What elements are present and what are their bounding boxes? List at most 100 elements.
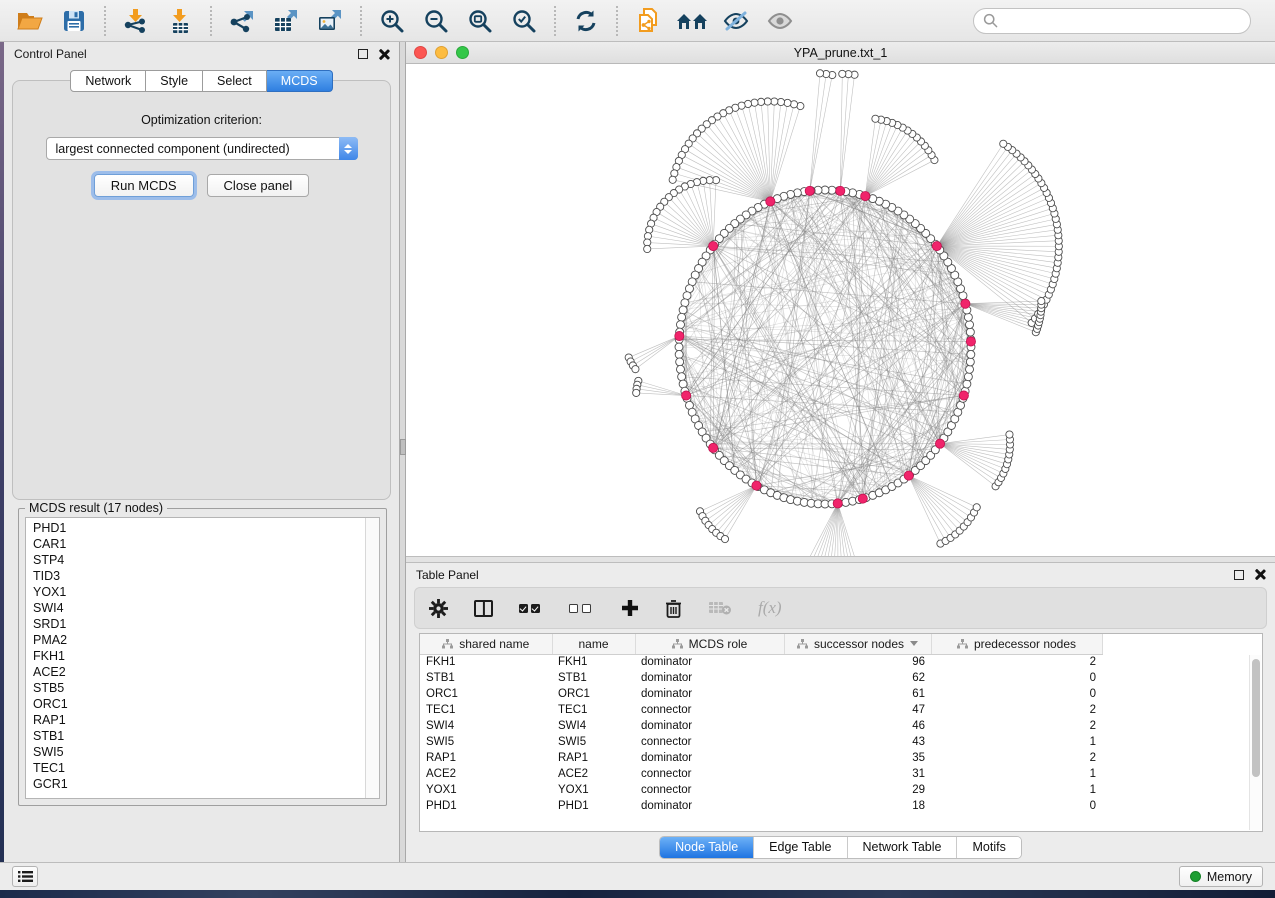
mcds-result-item[interactable]: FKH1 [33, 648, 379, 664]
import-network-button[interactable] [116, 4, 156, 38]
mcds-result-item[interactable]: STB5 [33, 680, 379, 696]
column-header-name[interactable]: name [552, 634, 635, 654]
cell-predecessor-nodes[interactable]: 2 [931, 718, 1102, 734]
cell-predecessor-nodes[interactable]: 2 [931, 702, 1102, 718]
cell-successor-nodes[interactable]: 47 [784, 702, 931, 718]
save-session-button[interactable] [54, 4, 94, 38]
column-header-shared-name[interactable]: shared name [420, 634, 552, 654]
table-row[interactable]: STB1 STB1 dominator 62 0 [420, 670, 1102, 686]
table-settings-button[interactable] [429, 595, 448, 621]
mcds-result-item[interactable]: ACE2 [33, 664, 379, 680]
cell-successor-nodes[interactable]: 46 [784, 718, 931, 734]
deselect-all-button[interactable] [569, 595, 595, 621]
cell-shared-name[interactable]: RAP1 [420, 750, 552, 766]
function-builder-button[interactable]: f(x) [758, 595, 782, 621]
result-list-scrollbar[interactable] [365, 518, 379, 798]
cell-successor-nodes[interactable]: 96 [784, 654, 931, 670]
open-file-button[interactable] [10, 4, 50, 38]
cell-shared-name[interactable]: ACE2 [420, 766, 552, 782]
zoom-selected-button[interactable] [504, 4, 544, 38]
cell-predecessor-nodes[interactable]: 0 [931, 798, 1102, 814]
cell-successor-nodes[interactable]: 35 [784, 750, 931, 766]
cell-predecessor-nodes[interactable]: 0 [931, 670, 1102, 686]
cell-name[interactable]: ACE2 [552, 766, 635, 782]
export-table-button[interactable] [266, 4, 306, 38]
mcds-result-item[interactable]: PHD1 [33, 520, 379, 536]
zoom-in-button[interactable] [372, 4, 412, 38]
table-row[interactable]: ACE2 ACE2 connector 31 1 [420, 766, 1102, 782]
cell-predecessor-nodes[interactable]: 1 [931, 734, 1102, 750]
delete-column-button[interactable] [665, 595, 682, 621]
column-header-successor-nodes[interactable]: successor nodes [784, 634, 931, 654]
mcds-result-item[interactable]: SWI4 [33, 600, 379, 616]
cell-mcds-role[interactable]: connector [635, 734, 784, 750]
column-header-predecessor-nodes[interactable]: predecessor nodes [931, 634, 1102, 654]
tab-node-table[interactable]: Node Table [660, 837, 753, 858]
cell-shared-name[interactable]: ORC1 [420, 686, 552, 702]
zoom-fit-button[interactable] [460, 4, 500, 38]
show-panels-button[interactable] [12, 866, 38, 887]
cell-successor-nodes[interactable]: 43 [784, 734, 931, 750]
table-split-view-button[interactable] [474, 595, 493, 621]
cell-mcds-role[interactable]: connector [635, 766, 784, 782]
cell-name[interactable]: SWI4 [552, 718, 635, 734]
mcds-result-item[interactable]: TEC1 [33, 760, 379, 776]
cell-successor-nodes[interactable]: 18 [784, 798, 931, 814]
mcds-result-item[interactable]: ORC1 [33, 696, 379, 712]
cell-shared-name[interactable]: TEC1 [420, 702, 552, 718]
optimization-criterion-dropdown[interactable]: largest connected component (undirected) [46, 137, 358, 160]
cell-name[interactable]: STB1 [552, 670, 635, 686]
mcds-result-item[interactable]: STB1 [33, 728, 379, 744]
cell-predecessor-nodes[interactable]: 2 [931, 654, 1102, 670]
mcds-result-list[interactable]: PHD1CAR1STP4TID3YOX1SWI4SRD1PMA2FKH1ACE2… [25, 517, 380, 799]
cell-mcds-role[interactable]: dominator [635, 654, 784, 670]
node-table[interactable]: shared name name MCDS role successor nod… [419, 633, 1263, 832]
cell-mcds-role[interactable]: dominator [635, 750, 784, 766]
cell-name[interactable]: SWI5 [552, 734, 635, 750]
cell-name[interactable]: PHD1 [552, 798, 635, 814]
tab-select[interactable]: Select [203, 70, 267, 92]
cell-successor-nodes[interactable]: 62 [784, 670, 931, 686]
cell-mcds-role[interactable]: connector [635, 782, 784, 798]
table-row[interactable]: TEC1 TEC1 connector 47 2 [420, 702, 1102, 718]
cell-shared-name[interactable]: PHD1 [420, 798, 552, 814]
cell-shared-name[interactable]: SWI5 [420, 734, 552, 750]
cell-shared-name[interactable]: STB1 [420, 670, 552, 686]
cell-successor-nodes[interactable]: 29 [784, 782, 931, 798]
cell-predecessor-nodes[interactable]: 1 [931, 766, 1102, 782]
mcds-result-item[interactable]: TID3 [33, 568, 379, 584]
tab-motifs[interactable]: Motifs [956, 837, 1020, 858]
hide-selected-button[interactable] [716, 4, 756, 38]
import-table-button[interactable] [160, 4, 200, 38]
cell-predecessor-nodes[interactable]: 1 [931, 782, 1102, 798]
cell-name[interactable]: ORC1 [552, 686, 635, 702]
show-all-button[interactable] [760, 4, 800, 38]
cell-name[interactable]: TEC1 [552, 702, 635, 718]
table-row[interactable]: PHD1 PHD1 dominator 18 0 [420, 798, 1102, 814]
delete-table-button[interactable] [708, 595, 732, 621]
mcds-result-item[interactable]: RAP1 [33, 712, 379, 728]
cell-mcds-role[interactable]: dominator [635, 718, 784, 734]
duplicate-network-button[interactable] [628, 4, 668, 38]
cell-successor-nodes[interactable]: 61 [784, 686, 931, 702]
cell-mcds-role[interactable]: dominator [635, 686, 784, 702]
cell-mcds-role[interactable]: dominator [635, 670, 784, 686]
export-image-button[interactable] [310, 4, 350, 38]
search-input[interactable] [1004, 14, 1241, 28]
table-scrollbar-thumb[interactable] [1252, 659, 1260, 777]
float-table-panel-icon[interactable] [1234, 570, 1244, 580]
cell-shared-name[interactable]: SWI4 [420, 718, 552, 734]
mcds-result-item[interactable]: STP4 [33, 552, 379, 568]
table-row[interactable]: FKH1 FKH1 dominator 96 2 [420, 654, 1102, 670]
tab-network-table[interactable]: Network Table [847, 837, 957, 858]
add-column-button[interactable] [621, 595, 639, 621]
select-all-button[interactable] [519, 595, 543, 621]
search-box[interactable] [973, 8, 1251, 34]
close-table-panel-icon[interactable] [1254, 569, 1265, 580]
table-row[interactable]: ORC1 ORC1 dominator 61 0 [420, 686, 1102, 702]
table-row[interactable]: YOX1 YOX1 connector 29 1 [420, 782, 1102, 798]
close-panel-icon[interactable] [378, 49, 389, 60]
close-panel-button[interactable]: Close panel [207, 174, 310, 197]
cell-shared-name[interactable]: YOX1 [420, 782, 552, 798]
mcds-result-item[interactable]: GCR1 [33, 776, 379, 792]
